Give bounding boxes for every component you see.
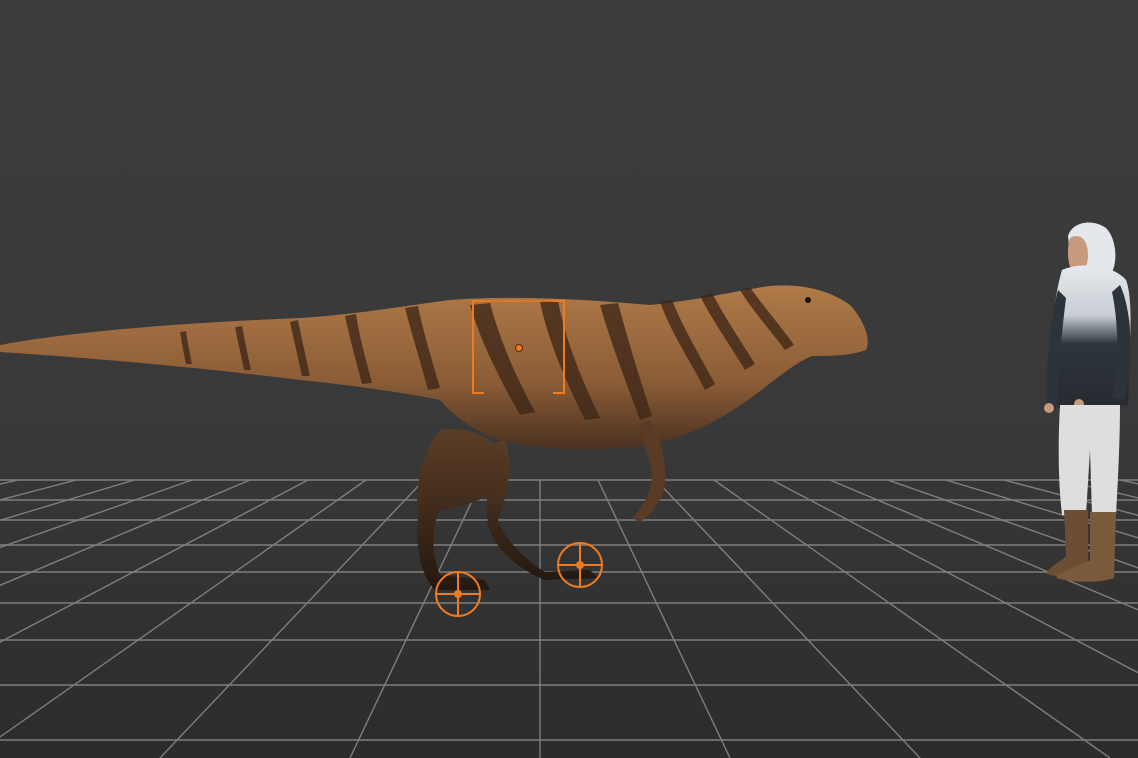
dinosaur-eye	[805, 297, 811, 303]
right-foot-ik-control[interactable]	[557, 542, 603, 588]
left-foot-ik-control[interactable]	[435, 571, 481, 617]
3d-viewport[interactable]	[0, 0, 1138, 758]
